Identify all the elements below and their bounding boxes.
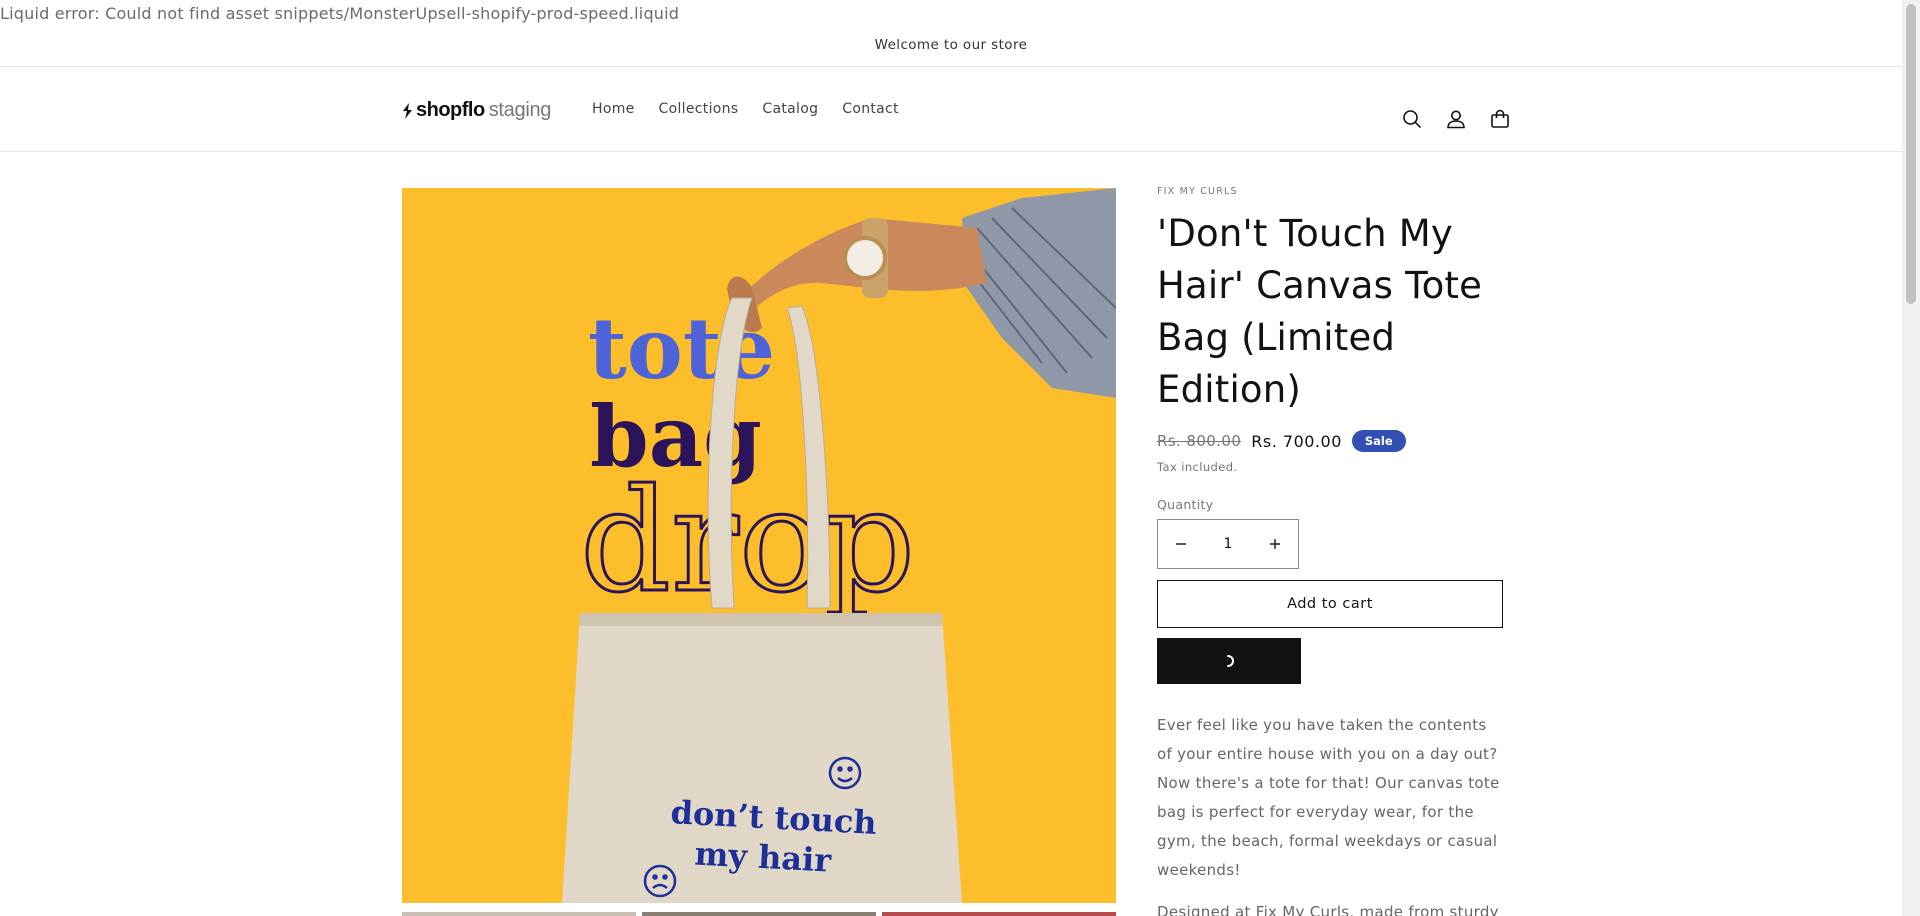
cart-button[interactable] [1478, 97, 1522, 141]
quantity-input[interactable] [1204, 520, 1252, 568]
thumbnail[interactable] [882, 912, 1116, 916]
sale-price: Rs. 700.00 [1251, 431, 1342, 451]
compare-price: Rs. 800.00 [1157, 432, 1242, 450]
scrollbar-thumb[interactable] [1906, 4, 1916, 304]
nav-contact[interactable]: Contact [830, 101, 911, 117]
logo-env-text: staging [488, 99, 552, 121]
tax-note: Tax included. [1157, 460, 1238, 474]
quantity-decrease-button[interactable] [1158, 520, 1204, 568]
store-logo[interactable]: shopflo staging [402, 99, 551, 122]
header-icons [1390, 97, 1522, 141]
shopflo-logo-icon [403, 102, 412, 119]
product-vendor: FIX MY CURLS [1157, 186, 1238, 197]
account-icon [1447, 110, 1465, 129]
description-paragraph: Ever feel like you have taken the conten… [1157, 716, 1500, 879]
quantity-stepper [1157, 519, 1299, 569]
thumbnail[interactable] [642, 912, 876, 916]
announcement-bar: Welcome to our store [874, 37, 1028, 53]
quantity-increase-button[interactable] [1252, 520, 1298, 568]
header-divider [0, 151, 1902, 152]
product-info: FIX MY CURLS 'Don't Touch My Hair' Canva… [1157, 186, 1503, 916]
buy-now-button[interactable] [1157, 638, 1301, 684]
main-nav: Home Collections Catalog Contact [580, 101, 911, 117]
description-paragraph: Designed at Fix My Curls, made from stur… [1157, 903, 1499, 916]
price-row: Rs. 800.00 Rs. 700.00 Sale [1157, 430, 1503, 452]
account-button[interactable] [1434, 97, 1478, 141]
nav-catalog[interactable]: Catalog [750, 101, 830, 117]
liquid-error-message: Liquid error: Could not find asset snipp… [0, 4, 680, 23]
thumbnail[interactable] [402, 912, 636, 916]
cart-icon [1491, 109, 1509, 128]
sale-badge: Sale [1351, 430, 1406, 452]
site-header: shopflo staging Home Collections Catalog… [0, 67, 1902, 151]
media-thumbnails [402, 912, 1116, 916]
logo-brand-text: shopflo [416, 99, 485, 121]
product-description: Ever feel like you have taken the conten… [1157, 711, 1503, 916]
nav-home[interactable]: Home [580, 101, 647, 117]
headline-drop: drop [580, 459, 915, 624]
product-image[interactable]: tote bag drop don’t touch my hair [402, 188, 1116, 903]
loading-spinner-icon [1227, 655, 1234, 667]
quantity-label: Quantity [1157, 497, 1214, 512]
tote-bag-photo: tote bag drop don’t touch my hair [402, 188, 1116, 903]
plus-icon [1270, 539, 1280, 549]
page-scrollbar[interactable] [1902, 0, 1920, 916]
product-title: 'Don't Touch My Hair' Canvas Tote Bag (L… [1157, 212, 1483, 411]
bag-text-line2: my hair [694, 834, 834, 879]
nav-collections[interactable]: Collections [647, 101, 751, 117]
add-to-cart-button[interactable]: Add to cart [1157, 580, 1503, 628]
minus-icon [1176, 543, 1186, 545]
search-button[interactable] [1390, 97, 1434, 141]
search-icon [1403, 110, 1422, 129]
